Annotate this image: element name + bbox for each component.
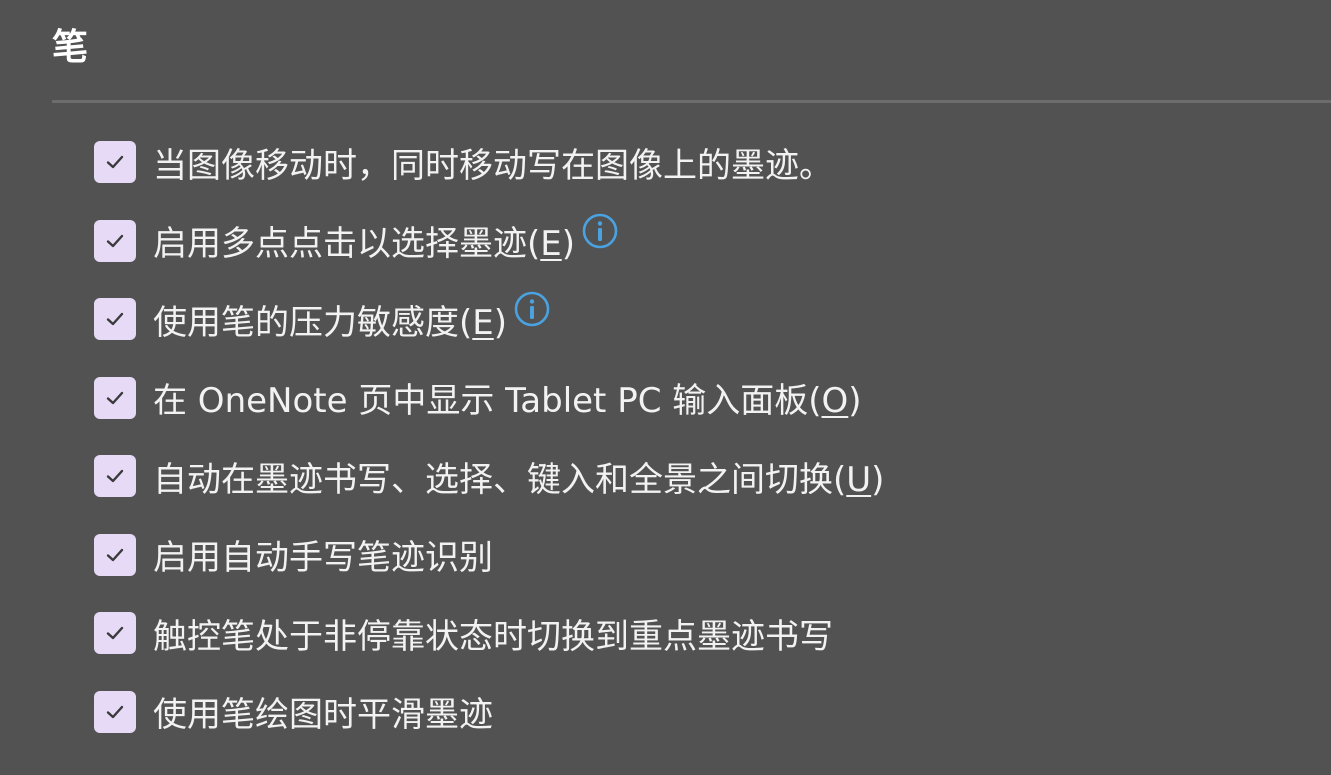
- hotkey-letter: E: [540, 224, 562, 265]
- option-label: 当图像移动时，同时移动写在图像上的墨迹。: [153, 145, 833, 186]
- option-label: 使用笔的压力敏感度(E): [153, 302, 508, 343]
- section-divider: [52, 100, 1331, 103]
- checkbox[interactable]: [94, 376, 136, 419]
- hotkey-letter: U: [846, 459, 872, 500]
- option-label: 在 OneNote 页中显示 Tablet PC 输入面板(O): [153, 381, 862, 422]
- checkmark-icon: [106, 470, 124, 483]
- pen-options-list: 当图像移动时，同时移动写在图像上的墨迹。 启用多点点击以选择墨迹(E) 使用笔的…: [94, 123, 884, 751]
- option-label: 启用多点点击以选择墨迹(E): [153, 224, 576, 265]
- checkmark-icon: [106, 627, 124, 640]
- checkbox[interactable]: [94, 690, 136, 733]
- option-label: 使用笔绘图时平滑墨迹: [153, 695, 493, 736]
- option-auto-switch-modes[interactable]: 自动在墨迹书写、选择、键入和全景之间切换(U): [94, 437, 884, 516]
- option-smooth-ink-when-drawing[interactable]: 使用笔绘图时平滑墨迹: [94, 673, 884, 752]
- checkbox[interactable]: [94, 298, 136, 341]
- checkbox[interactable]: [94, 612, 136, 655]
- checkbox[interactable]: [94, 219, 136, 262]
- checkbox[interactable]: [94, 141, 136, 184]
- checkmark-icon: [106, 548, 124, 561]
- option-pen-pressure-sensitivity[interactable]: 使用笔的压力敏感度(E): [94, 280, 884, 359]
- option-move-ink-with-image[interactable]: 当图像移动时，同时移动写在图像上的墨迹。: [94, 123, 884, 202]
- option-show-tablet-pc-input-panel[interactable]: 在 OneNote 页中显示 Tablet PC 输入面板(O): [94, 359, 884, 438]
- option-label: 启用自动手写笔迹识别: [153, 538, 493, 579]
- checkmark-icon: [106, 705, 124, 718]
- checkmark-icon: [106, 156, 124, 169]
- info-icon[interactable]: [513, 290, 551, 328]
- option-label: 自动在墨迹书写、选择、键入和全景之间切换(U): [153, 459, 885, 500]
- option-label: 触控笔处于非停靠状态时切换到重点墨迹书写: [153, 616, 833, 657]
- checkbox[interactable]: [94, 455, 136, 498]
- hotkey-letter: O: [821, 381, 849, 422]
- info-icon[interactable]: [581, 212, 619, 250]
- option-undocked-pen-focus-inking[interactable]: 触控笔处于非停靠状态时切换到重点墨迹书写: [94, 594, 884, 673]
- option-auto-handwriting-recognition[interactable]: 启用自动手写笔迹识别: [94, 516, 884, 595]
- hotkey-letter: E: [472, 302, 494, 343]
- checkmark-icon: [106, 313, 124, 326]
- option-multi-tap-select-ink[interactable]: 启用多点点击以选择墨迹(E): [94, 202, 884, 281]
- section-title: 笔: [52, 27, 89, 68]
- checkbox[interactable]: [94, 533, 136, 576]
- checkmark-icon: [106, 234, 124, 247]
- checkmark-icon: [106, 391, 124, 404]
